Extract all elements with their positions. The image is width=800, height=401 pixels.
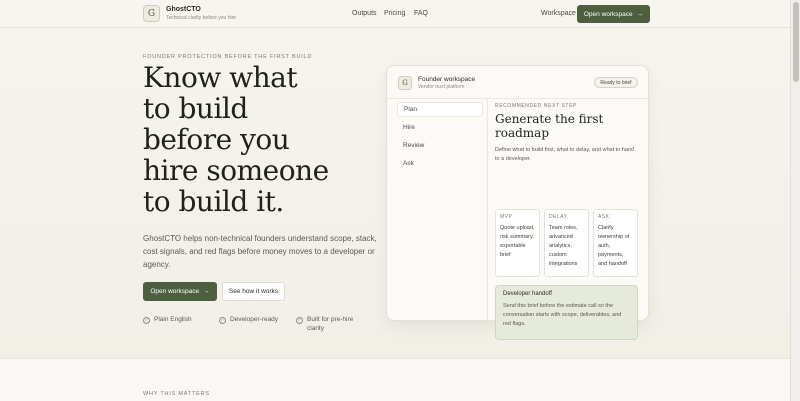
vertical-scrollbar[interactable] [790, 0, 800, 401]
column-heading: ASK [598, 214, 610, 220]
developer-handoff-box: Developer handoff Send this brief before… [495, 285, 638, 340]
brand-tagline: Technical clarity before you hire [166, 15, 237, 21]
column-ask: ASK Clarify ownership of auth, payments,… [593, 209, 638, 277]
feature-label: Plain English [154, 316, 192, 323]
hero-title: Know what to build before you hire someo… [143, 62, 383, 217]
hero-title-line: before you [143, 123, 290, 156]
check-circle-icon: ✓ [296, 316, 303, 324]
nav-link-faq[interactable]: FAQ [414, 10, 428, 17]
arrow-right-icon: → [203, 288, 210, 295]
hero-title-line: to build it. [143, 185, 284, 218]
card-sidebar: Plan Hire Review Ask [397, 102, 483, 174]
open-workspace-label: Open workspace [150, 288, 200, 295]
hero-description: GhostCTO helps non-technical founders un… [143, 234, 377, 269]
column-mvp: MVP Quote upload, risk summary, exportab… [495, 209, 540, 277]
see-how-it-works-button[interactable]: See how it works [222, 282, 285, 301]
brand-logo[interactable]: G [143, 5, 160, 22]
column-body: Clarify ownership of auth, payments, and… [598, 225, 630, 267]
column-heading: DELAY [549, 214, 568, 220]
column-delay: DELAY Team roles, advanced analytics, cu… [544, 209, 589, 277]
card-title: Founder workspace [418, 76, 476, 83]
feature-label: Developer-ready [230, 316, 279, 323]
column-body: Team roles, advanced analytics, custom i… [549, 225, 578, 267]
nav-open-workspace-button[interactable]: Open workspace → [577, 5, 650, 23]
feature-pre-hire-clarity: ✓ Built for pre-hire clarity [296, 316, 358, 333]
hero-title-line: Know what [143, 61, 298, 94]
top-nav: G GhostCTO Technical clarity before you … [0, 0, 790, 28]
workspace-preview-card: G Founder workspace Vendor trust platfor… [386, 65, 650, 340]
card-subtitle: Vendor trust platform [418, 84, 465, 90]
status-badge: Ready to brief [594, 77, 638, 88]
sidebar-item-plan[interactable]: Plan [397, 102, 483, 117]
card-logo: G [398, 76, 412, 90]
check-circle-icon: ✓ [143, 316, 150, 324]
hero-eyebrow: FOUNDER PROTECTION BEFORE THE FIRST BUIL… [143, 54, 313, 60]
nav-cta-label: Open workspace [583, 10, 633, 18]
check-circle-icon: ✓ [219, 316, 226, 324]
hero-title-line: hire someone [143, 154, 329, 187]
card-main-panel: RECOMMENDED NEXT STEP Generate the first… [487, 99, 650, 340]
nav-link-pricing[interactable]: Pricing [384, 10, 405, 17]
scrollbar-thumb[interactable] [793, 2, 799, 82]
sidebar-item-ask[interactable]: Ask [397, 156, 483, 171]
column-body: Quote upload, risk summary, exportable b… [500, 225, 535, 258]
arrow-right-icon: → [636, 10, 644, 18]
page: G GhostCTO Technical clarity before you … [0, 0, 790, 401]
handoff-body: Send this brief before the estimate call… [503, 303, 622, 327]
section-eyebrow: WHY THIS MATTERS [143, 391, 210, 397]
nav-link-workspace[interactable]: Workspace [541, 10, 576, 17]
nav-link-outputs[interactable]: Outputs [352, 10, 377, 17]
feature-plain-english: ✓ Plain English [143, 316, 192, 325]
sidebar-item-review[interactable]: Review [397, 138, 483, 153]
open-workspace-button[interactable]: Open workspace → [143, 282, 217, 301]
feature-label: Built for pre-hire clarity [307, 316, 354, 332]
panel-title: Generate the first roadmap [495, 112, 604, 140]
next-section [0, 358, 790, 401]
brand-name[interactable]: GhostCTO [166, 6, 201, 13]
handoff-title: Developer handoff [503, 291, 552, 297]
column-heading: MVP [500, 214, 513, 220]
hero-title-line: to build [143, 92, 248, 125]
panel-eyebrow: RECOMMENDED NEXT STEP [495, 103, 577, 109]
feature-developer-ready: ✓ Developer-ready [219, 316, 278, 325]
panel-description: Define what to build first, what to dela… [495, 147, 635, 162]
sidebar-item-hire[interactable]: Hire [397, 120, 483, 135]
